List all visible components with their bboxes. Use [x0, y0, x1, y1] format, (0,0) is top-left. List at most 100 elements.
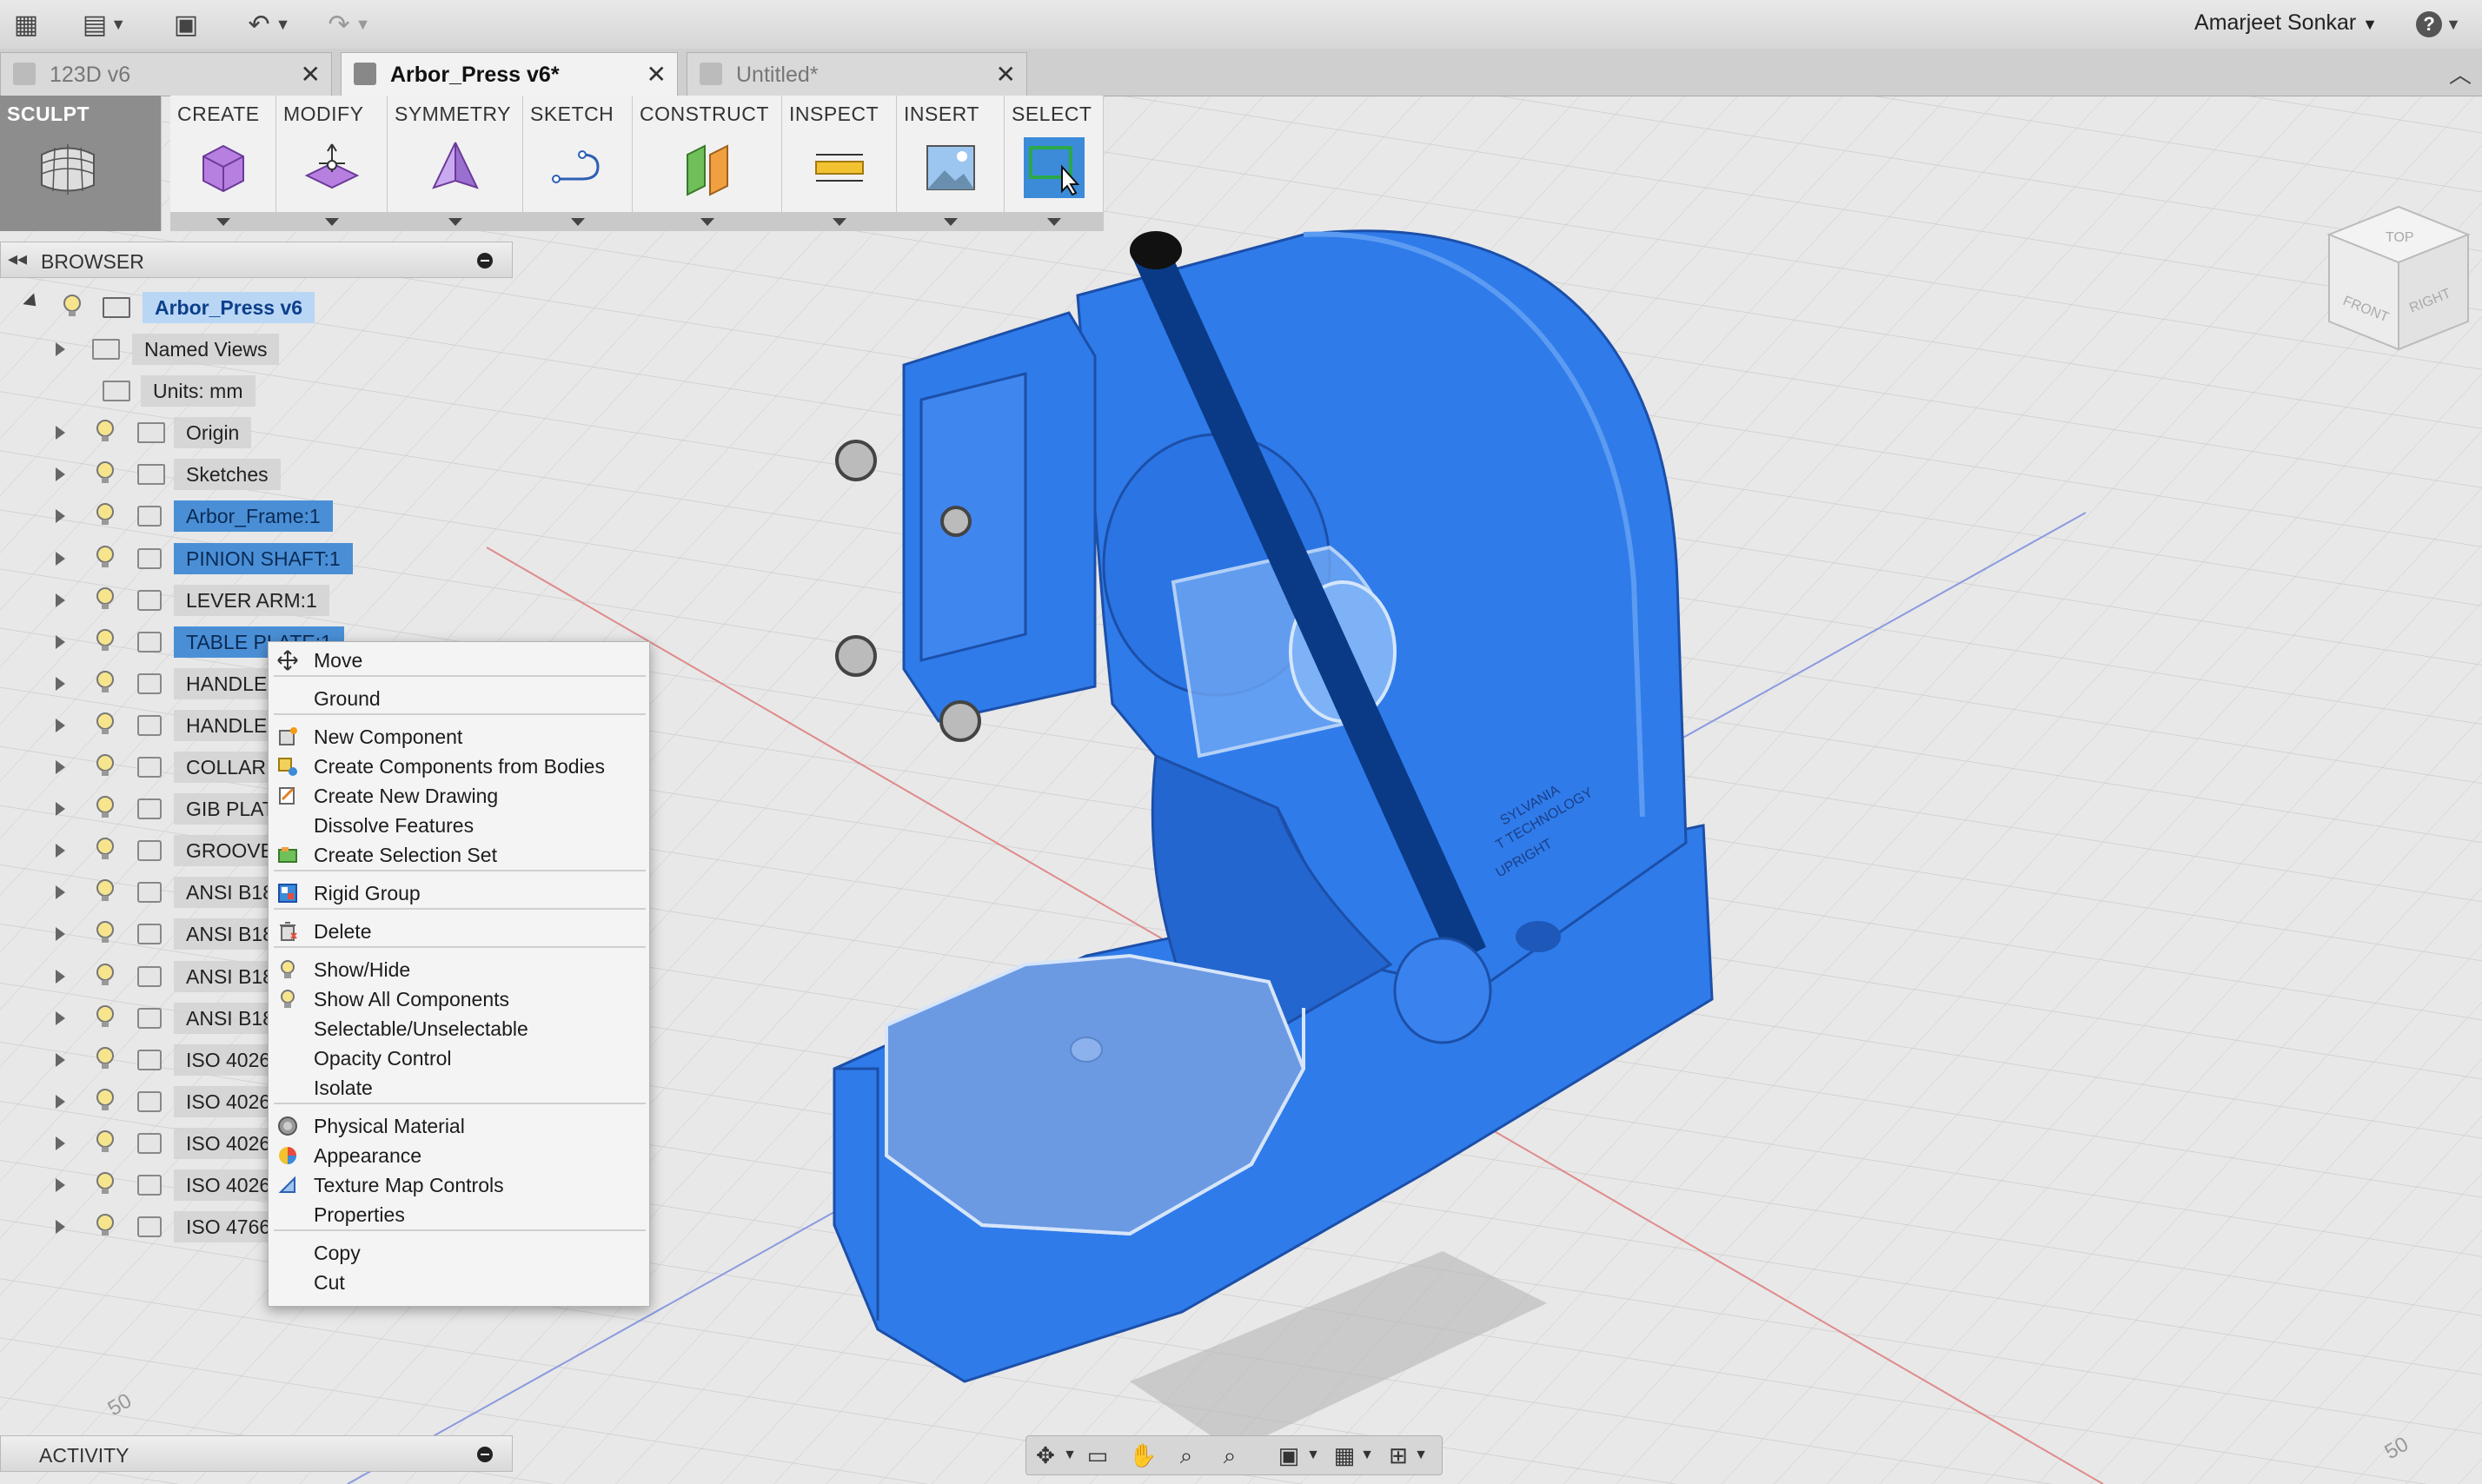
bulb-icon[interactable]	[96, 878, 115, 904]
viewcube-top[interactable]: TOP	[2386, 230, 2414, 245]
menu-item-new-component[interactable]: New Component	[269, 722, 649, 752]
menu-item-dissolve-features[interactable]: Dissolve Features	[269, 811, 649, 840]
menu-item-texture-map-controls[interactable]: Texture Map Controls	[269, 1170, 649, 1200]
menu-item-move[interactable]: Move	[269, 646, 649, 675]
expand-triangle-icon[interactable]	[56, 426, 65, 441]
bulb-icon[interactable]	[96, 837, 115, 863]
tree-row-label[interactable]: ISO 4026	[174, 1043, 283, 1076]
expand-triangle-icon[interactable]	[56, 844, 65, 858]
redo-icon[interactable]: ↷ ▼	[315, 7, 384, 42]
bulb-icon[interactable]	[96, 1004, 115, 1030]
tree-row[interactable]: LEVER ARM:1	[0, 583, 513, 618]
menu-item-copy[interactable]: Copy	[269, 1238, 649, 1268]
save-icon[interactable]: ▣	[169, 7, 203, 42]
browser-panel-header[interactable]: ◂◂ BROWSER	[0, 242, 513, 278]
bulb-icon[interactable]	[96, 1171, 115, 1197]
bulb-icon[interactable]	[96, 1130, 115, 1156]
tree-root-label[interactable]: Arbor_Press v6	[143, 292, 315, 323]
tree-row[interactable]: Origin	[0, 415, 513, 450]
user-menu[interactable]: Amarjeet Sonkar ▼	[2194, 10, 2378, 36]
expand-triangle-icon[interactable]	[56, 927, 65, 942]
bulb-icon[interactable]	[96, 586, 115, 613]
bulb-icon[interactable]	[96, 670, 115, 696]
expand-triangle-icon[interactable]	[56, 885, 65, 900]
menu-item-show-all-components[interactable]: Show All Components	[269, 984, 649, 1014]
expand-triangle-icon[interactable]	[56, 634, 65, 649]
expand-triangle-icon[interactable]	[56, 969, 65, 984]
expand-triangle-icon[interactable]	[56, 1010, 65, 1025]
chevron-down-icon[interactable]: ▼	[1407, 1442, 1435, 1468]
tree-row-label[interactable]: PINION SHAFT:1	[174, 542, 353, 574]
chevron-down-icon[interactable]	[170, 212, 275, 231]
look-at-icon[interactable]: ▭	[1084, 1442, 1112, 1468]
chevron-down-icon[interactable]	[276, 212, 387, 231]
menu-item-create-components-from-bodies[interactable]: Create Components from Bodies	[269, 752, 649, 781]
bulb-icon[interactable]	[96, 628, 115, 654]
tree-row-label[interactable]: ISO 4026	[174, 1169, 283, 1201]
close-icon[interactable]: ✕	[996, 60, 1016, 89]
chevron-down-icon[interactable]: ▼	[1056, 1442, 1084, 1468]
expand-triangle-icon[interactable]	[56, 342, 65, 356]
bulb-icon[interactable]	[96, 1213, 115, 1239]
collapse-chevron-icon[interactable]: ︿	[2449, 57, 2472, 89]
expand-triangle-icon[interactable]	[56, 760, 65, 774]
tree-row-label[interactable]: Sketches	[174, 459, 281, 491]
pan-hand-icon[interactable]: ✋	[1129, 1442, 1157, 1468]
tree-row-label[interactable]: Arbor_Frame:1	[174, 500, 333, 533]
menu-item-delete[interactable]: Delete	[269, 917, 649, 946]
toolbar-group-sketch[interactable]: SKETCH	[523, 96, 633, 231]
expand-triangle-icon[interactable]	[56, 509, 65, 524]
menu-item-ground[interactable]: Ground	[269, 684, 649, 713]
chevron-down-icon[interactable]: ▼	[1353, 1442, 1381, 1468]
zoom-icon[interactable]: ⌕	[1172, 1442, 1200, 1468]
bulb-icon[interactable]	[96, 712, 115, 738]
undo-icon[interactable]: ↶ ▼	[235, 7, 304, 42]
tree-row[interactable]: PINION SHAFT:1	[0, 541, 513, 576]
toolbar-group-insert[interactable]: INSERT	[897, 96, 1005, 231]
chevron-down-icon[interactable]	[1005, 212, 1103, 231]
toolbar-group-inspect[interactable]: INSPECT	[782, 96, 897, 231]
expand-triangle-icon[interactable]	[56, 1178, 65, 1192]
fit-window-icon[interactable]: ⌕	[1216, 1442, 1244, 1468]
menu-item-physical-material[interactable]: Physical Material	[269, 1111, 649, 1141]
bulb-icon[interactable]	[96, 1088, 115, 1114]
expand-triangle-icon[interactable]	[56, 1094, 65, 1109]
expand-triangle-icon[interactable]	[56, 718, 65, 732]
expand-triangle-icon[interactable]	[56, 467, 65, 482]
toolbar-group-select[interactable]: SELECT	[1005, 96, 1104, 231]
tree-row[interactable]: Units: mm	[0, 374, 513, 408]
menu-item-selectable-unselectable[interactable]: Selectable/Unselectable	[269, 1014, 649, 1043]
expand-triangle-icon[interactable]	[56, 676, 65, 691]
chevron-down-icon[interactable]	[388, 212, 522, 231]
menu-item-isolate[interactable]: Isolate	[269, 1073, 649, 1103]
menu-item-create-selection-set[interactable]: Create Selection Set	[269, 840, 649, 870]
tree-row-label[interactable]: LEVER ARM:1	[174, 584, 329, 616]
menu-item-create-new-drawing[interactable]: Create New Drawing	[269, 781, 649, 811]
menu-item-opacity-control[interactable]: Opacity Control	[269, 1043, 649, 1073]
chevron-down-icon[interactable]	[523, 212, 632, 231]
expand-triangle-icon[interactable]	[56, 1220, 65, 1235]
menu-item-cut[interactable]: Cut	[269, 1268, 649, 1297]
chevron-down-icon[interactable]: ▼	[1299, 1442, 1327, 1468]
expand-triangle-icon[interactable]	[56, 1052, 65, 1067]
tree-row[interactable]: Named Views	[0, 332, 513, 367]
view-cube[interactable]: TOP FRONT RIGHT	[2326, 205, 2471, 351]
bulb-icon[interactable]	[96, 1046, 115, 1072]
tree-row-label[interactable]: Named Views	[132, 334, 280, 365]
menu-item-appearance[interactable]: Appearance	[269, 1141, 649, 1170]
bulb-icon[interactable]	[96, 963, 115, 989]
tree-root-row[interactable]: Arbor_Press v6	[0, 290, 513, 325]
close-icon[interactable]: ✕	[301, 60, 321, 89]
bulb-icon[interactable]	[96, 545, 115, 571]
close-icon[interactable]: ✕	[647, 60, 667, 89]
toolbar-group-symmetry[interactable]: SYMMETRY	[388, 96, 523, 231]
panel-options-icon[interactable]	[477, 253, 493, 268]
bulb-icon[interactable]	[96, 460, 115, 487]
panel-options-icon[interactable]	[477, 1447, 493, 1462]
bulb-icon[interactable]	[63, 294, 82, 320]
bulb-icon[interactable]	[96, 753, 115, 779]
collapse-panel-icon[interactable]: ◂◂	[8, 248, 27, 270]
tree-row-label[interactable]: HANDLE	[174, 667, 280, 699]
chevron-down-icon[interactable]	[897, 212, 1004, 231]
app-grid-icon[interactable]: ▦	[9, 7, 43, 42]
